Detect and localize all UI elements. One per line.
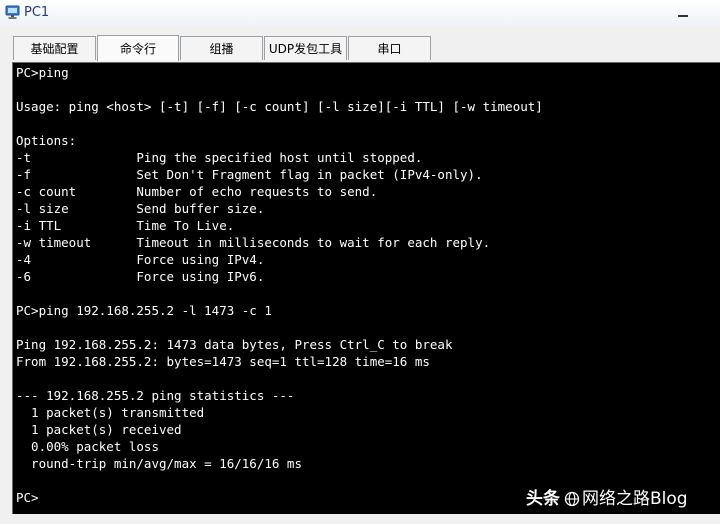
tab-multicast[interactable]: 组播 — [180, 36, 263, 60]
terminal-line: Options: — [16, 133, 77, 148]
terminal-line: --- 192.168.255.2 ping statistics --- — [16, 388, 295, 403]
terminal-line: -c count Number of echo requests to send… — [16, 184, 378, 199]
terminal-console[interactable]: PC>ping Usage: ping <host> [-t] [-f] [-c… — [12, 62, 720, 514]
terminal-line: -w timeout Timeout in milliseconds to wa… — [16, 235, 491, 250]
watermark: 头条 网络之路Blog — [526, 487, 688, 511]
terminal-line: 0.00% packet loss — [16, 439, 159, 454]
window-title: PC1 — [24, 5, 50, 20]
window-bottom-edge — [0, 514, 720, 524]
tab-command-line[interactable]: 命令行 — [97, 35, 179, 61]
terminal-line: -t Ping the specified host until stopped… — [16, 150, 423, 165]
pc-monitor-icon — [5, 5, 20, 19]
terminal-line: -4 Force using IPv4. — [16, 252, 265, 267]
terminal-line: 1 packet(s) transmitted — [16, 405, 205, 420]
terminal-line: -6 Force using IPv6. — [16, 269, 265, 284]
terminal-line: -i TTL Time To Live. — [16, 218, 235, 233]
pc1-window: PC1 基础配置 命令行 组播 UDP发包工具 串口 PC>ping Usage… — [0, 0, 720, 524]
title-bar[interactable]: PC1 — [0, 0, 720, 27]
terminal-line: -l size Send buffer size. — [16, 201, 265, 216]
minimize-icon — [678, 15, 688, 17]
terminal-line: Usage: ping <host> [-t] [-f] [-c count] … — [16, 99, 543, 114]
tab-basic-config[interactable]: 基础配置 — [13, 36, 96, 60]
tab-serial-port[interactable]: 串口 — [348, 36, 431, 60]
watermark-brand: 头条 — [526, 489, 560, 509]
terminal-prompt[interactable]: PC> — [16, 489, 543, 506]
tab-bar: 基础配置 命令行 组播 UDP发包工具 串口 — [0, 26, 720, 64]
terminal-line: -f Set Don't Fragment flag in packet (IP… — [16, 167, 483, 182]
terminal-line: From 192.168.255.2: bytes=1473 seq=1 ttl… — [16, 354, 430, 369]
terminal-line: Ping 192.168.255.2: 1473 data bytes, Pre… — [16, 337, 453, 352]
terminal-output: PC>ping Usage: ping <host> [-t] [-f] [-c… — [16, 64, 543, 506]
terminal-line: PC>ping — [16, 65, 69, 80]
globe-icon — [564, 491, 580, 507]
minimize-button[interactable] — [668, 4, 698, 22]
tab-udp-tool[interactable]: UDP发包工具 — [264, 36, 347, 60]
terminal-line: 1 packet(s) received — [16, 422, 182, 437]
terminal-line: PC>ping 192.168.255.2 -l 1473 -c 1 — [16, 303, 272, 318]
terminal-line: round-trip min/avg/max = 16/16/16 ms — [16, 456, 302, 471]
watermark-account: 网络之路Blog — [582, 489, 688, 509]
